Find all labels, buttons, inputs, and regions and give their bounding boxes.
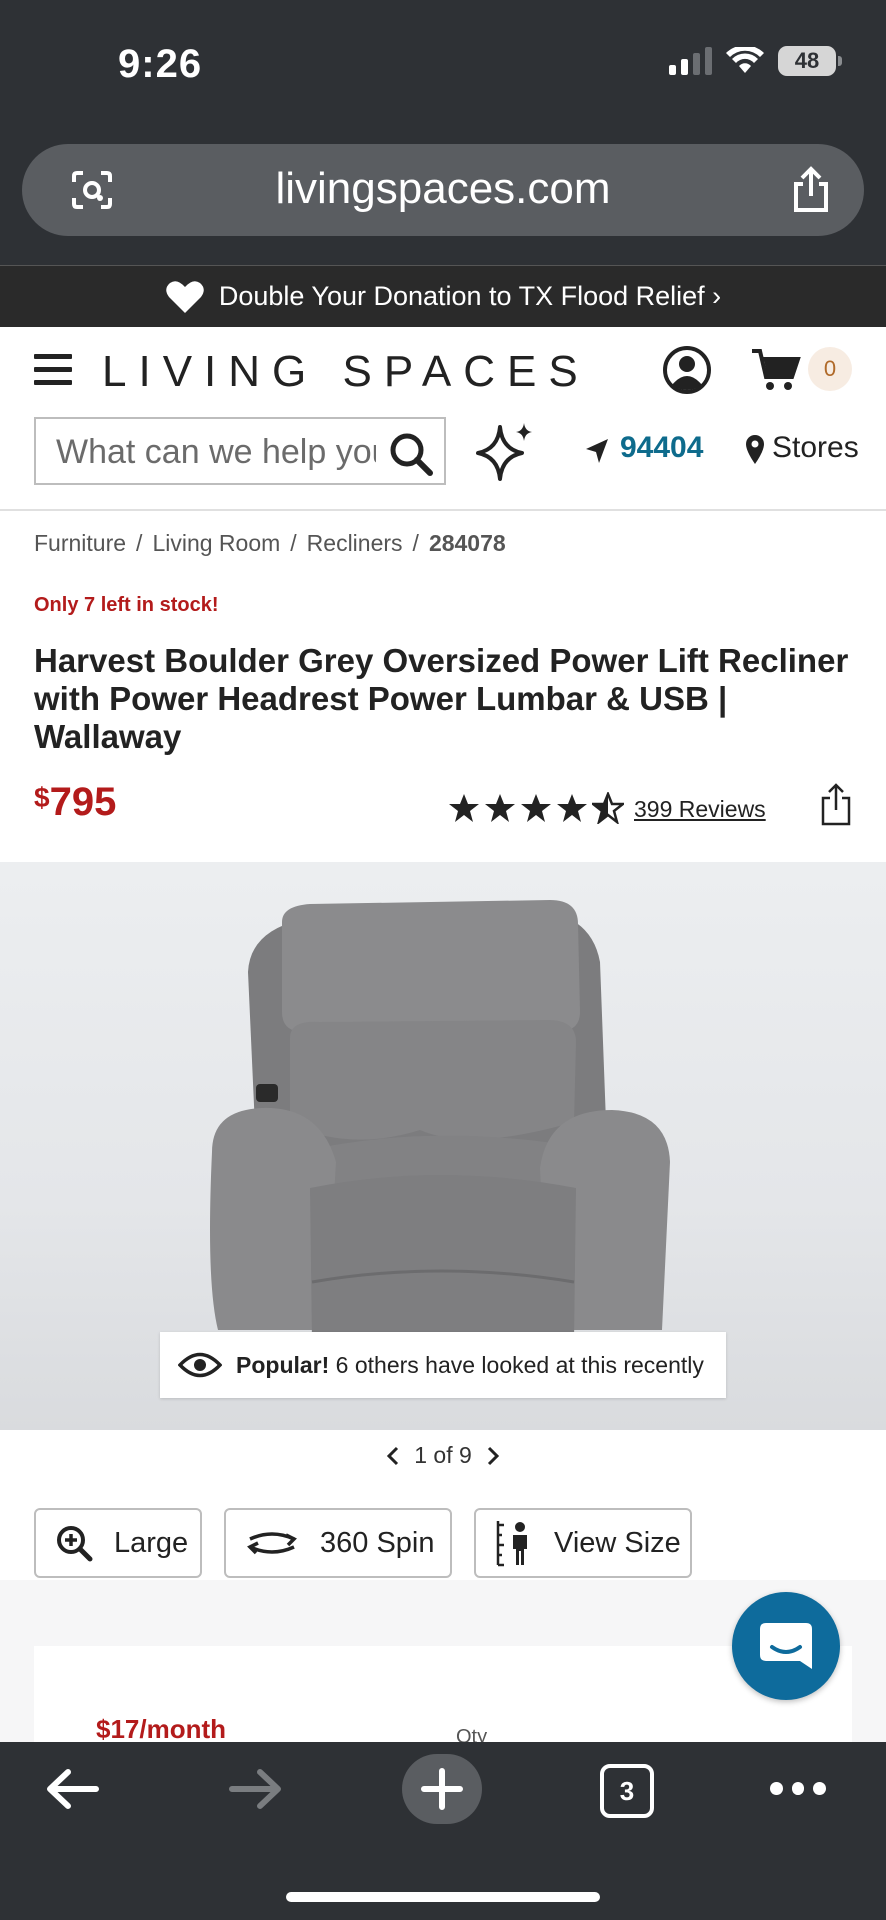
promo-text[interactable]: Double Your Donation to TX Flood Relief … [219,281,721,312]
view-large-button[interactable]: Large [34,1508,202,1578]
reviews-link[interactable]: 399 Reviews [634,796,766,823]
plus-icon [421,1768,463,1810]
home-indicator [286,1892,600,1902]
breadcrumb-item-living-room[interactable]: Living Room [152,530,280,557]
star-half-icon [592,792,624,824]
battery-icon: 48 [778,46,842,76]
popular-label: Popular! [236,1351,330,1378]
product-image[interactable]: Popular! 6 others have looked at this re… [0,862,886,1430]
price-currency: $ [34,782,50,813]
browser-top-chrome: 9:26 48 livingspaces.com [0,0,886,265]
product-share-icon[interactable] [820,782,852,826]
wifi-icon [726,47,764,73]
search-icon[interactable] [388,431,434,477]
star-rating[interactable] [448,792,624,824]
browser-bottom-toolbar: 3 [0,1742,886,1920]
site-header: LIVING SPACES 0 94404 Stores [0,327,886,511]
breadcrumb-separator: / [412,530,419,556]
back-arrow-icon[interactable] [44,1766,100,1812]
breadcrumb-item-recliners[interactable]: Recliners [307,530,403,557]
location-arrow-icon[interactable] [584,437,610,465]
cart-count-badge[interactable]: 0 [808,347,852,391]
promo-banner[interactable]: Double Your Donation to TX Flood Relief … [0,265,886,327]
more-options-icon[interactable] [770,1782,827,1796]
view-size-label: View Size [554,1526,681,1559]
map-pin-icon[interactable] [744,433,766,465]
rotate-360-icon [247,1532,297,1555]
breadcrumb-separator: / [290,530,297,556]
breadcrumb-separator: / [136,530,143,556]
popular-badge: Popular! 6 others have looked at this re… [160,1332,726,1398]
chevron-right-icon[interactable] [486,1445,500,1467]
star-full-icon [485,794,515,822]
view-size-button[interactable]: View Size [474,1508,692,1578]
url-bar[interactable]: livingspaces.com [22,144,864,236]
site-logo[interactable]: LIVING SPACES [102,347,590,397]
status-icons: 48 [669,46,842,76]
new-tab-button[interactable] [402,1754,482,1824]
zoom-in-icon [57,1526,93,1562]
popular-text: 6 others have looked at this recently [335,1351,704,1378]
breadcrumb-item-current: 284078 [428,530,506,556]
eye-icon [178,1352,222,1378]
zip-code-link[interactable]: 94404 [620,431,703,465]
price-amount: 795 [49,780,117,824]
url-text[interactable]: livingspaces.com [22,164,864,214]
forward-arrow-icon[interactable] [228,1766,284,1812]
breadcrumb-item-furniture[interactable]: Furniture [34,530,126,557]
stores-link[interactable]: Stores [772,431,859,465]
view-large-label: Large [114,1526,189,1559]
search-box[interactable] [34,417,446,485]
chat-icon [760,1623,812,1669]
heart-icon [166,280,204,313]
tabs-button[interactable]: 3 [600,1764,654,1818]
star-full-icon [521,794,551,822]
chat-button[interactable] [732,1592,840,1700]
account-icon[interactable] [662,345,712,395]
hamburger-menu-icon[interactable] [34,354,72,386]
star-full-icon [557,794,587,822]
star-full-icon [449,794,479,822]
product-title: Harvest Boulder Grey Oversized Power Lif… [34,642,849,755]
stock-notice: Only 7 left in stock! [34,594,219,616]
search-input[interactable] [56,431,376,473]
status-time: 9:26 [118,42,203,86]
image-pager: 1 of 9 [0,1442,886,1469]
monthly-payment[interactable]: $17/month [96,1714,226,1745]
share-icon[interactable] [788,166,834,214]
ai-sparkle-icon[interactable] [474,419,538,483]
chevron-left-icon[interactable] [386,1445,400,1467]
cart-icon[interactable] [750,347,802,393]
view-360-label: 360 Spin [320,1526,435,1559]
person-ruler-icon [496,1521,527,1567]
view-360-spin-button[interactable]: 360 Spin [224,1508,452,1578]
cellular-signal-icon [669,47,712,75]
product-price: $795 [34,780,116,825]
breadcrumb: Furniture / Living Room / Recliners / 28… [34,530,506,557]
pager-text: 1 of 9 [414,1442,472,1468]
